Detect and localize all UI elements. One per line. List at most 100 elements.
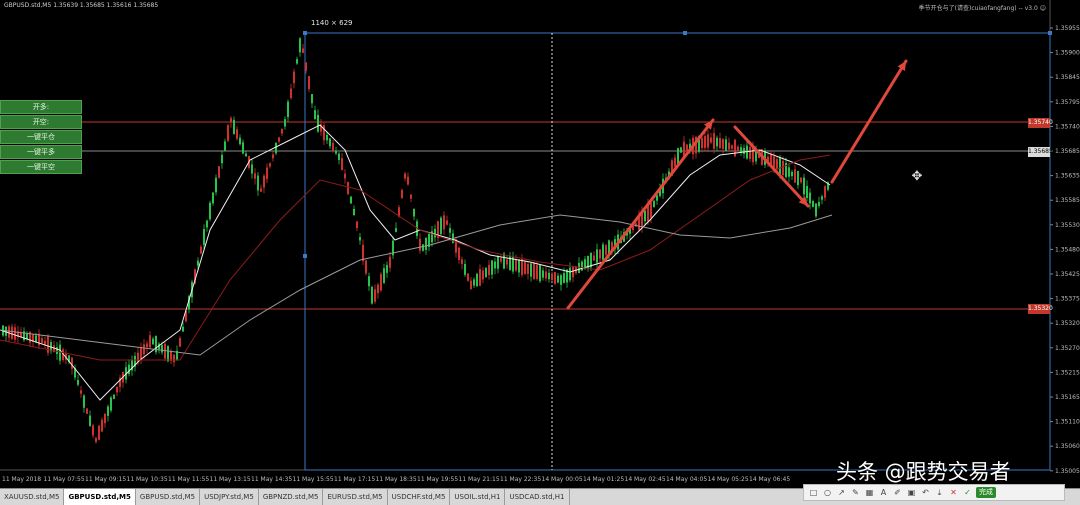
candle-body [269, 163, 271, 167]
candle-body [113, 394, 115, 399]
selection-handle [1048, 31, 1052, 35]
pullback-arrow [733, 125, 810, 208]
candle-body [809, 192, 811, 204]
candle-body [743, 148, 745, 154]
marker-tool-icon[interactable]: ✐ [892, 487, 903, 498]
candle-body [380, 274, 382, 291]
candle-body [824, 186, 826, 198]
close-long-button[interactable]: 一键平多 [0, 145, 82, 159]
cancel-icon[interactable]: ✕ [948, 487, 959, 498]
arrow-tool-icon[interactable]: ↗ [836, 487, 847, 498]
confirm-icon[interactable]: ✓ [962, 487, 973, 498]
candle-body [788, 167, 790, 177]
candle-body [167, 345, 169, 362]
candle-body [8, 326, 10, 338]
candle-body [296, 59, 298, 64]
price-chart[interactable]: 1.35955 1.35900 1.35845 1.35795 1.35740 1.356… [0, 0, 1080, 488]
candle-body [593, 255, 595, 261]
candle-body [266, 167, 268, 179]
save-icon[interactable]: ▣ [906, 487, 917, 498]
candle-body [749, 146, 751, 160]
tab-usoil[interactable]: USOIL.std,H1 [450, 489, 506, 505]
candle-body [11, 326, 13, 339]
uptrend-arrow [566, 118, 715, 310]
open-short-button[interactable]: 开空: [0, 115, 82, 129]
candle-body [287, 101, 289, 118]
move-cursor-icon: ✥ [911, 169, 923, 184]
tab-usdjpy[interactable]: USDJPY.std,M5 [200, 489, 259, 505]
candle-body [497, 256, 499, 269]
candle-body [344, 173, 346, 179]
candle-body [596, 249, 598, 263]
candle-body [422, 244, 424, 251]
candle-body [470, 280, 472, 290]
candle-body [221, 154, 223, 164]
selection-handle [303, 254, 307, 258]
candle-body [203, 229, 205, 245]
candle-body [230, 118, 232, 122]
candle-body [116, 386, 118, 393]
candle-body [521, 259, 523, 275]
tab-eurusd[interactable]: EURUSD.std,M5 [323, 489, 388, 505]
candle-body [704, 136, 706, 148]
candle-body [284, 119, 286, 127]
chart-area[interactable]: 1.35955 1.35900 1.35845 1.35795 1.35740 1.356… [0, 0, 1080, 488]
candle-body [239, 137, 241, 145]
candle-body [545, 271, 547, 279]
candle-body [107, 406, 109, 416]
candle-body [548, 272, 550, 280]
ma-fast-line [0, 124, 831, 401]
candle-body [212, 192, 214, 204]
candle-body [464, 264, 466, 275]
candle-body [539, 264, 541, 282]
tab-xauusd[interactable]: XAUUSD.std,M5 [0, 489, 65, 505]
tab-gbpusd-active[interactable]: GBPUSD.std,M5 [64, 489, 136, 505]
candle-body [716, 137, 718, 147]
candle-body [419, 238, 421, 251]
candle-body [821, 196, 823, 200]
done-button[interactable]: 完成 [976, 487, 996, 498]
candle-body [791, 171, 793, 177]
candle-body [263, 175, 265, 188]
tab-usdchf[interactable]: USDCHF.std,M5 [388, 489, 451, 505]
candle-body [47, 336, 49, 353]
pen-tool-icon[interactable]: ✎ [850, 487, 861, 498]
tab-usdcad[interactable]: USDCAD.std,H1 [505, 489, 570, 505]
price-axis-label: 1.35845 [1055, 74, 1080, 81]
candle-body [503, 253, 505, 269]
candle-body [278, 137, 280, 142]
close-short-button[interactable]: 一键平空 [0, 160, 82, 174]
candle-body [779, 157, 781, 175]
mosaic-tool-icon[interactable]: ▦ [864, 487, 875, 498]
candle-body [338, 153, 340, 160]
tab-gbpnzd[interactable]: GBPNZD.std,M5 [259, 489, 324, 505]
open-long-button[interactable]: 开多: [0, 100, 82, 114]
tab-gbpusd[interactable]: GBPUSD.std,M5 [136, 489, 201, 505]
price-axis-label: 1.35375 [1055, 296, 1080, 303]
candle-body [242, 142, 244, 154]
candle-body [602, 244, 604, 260]
candle-body [737, 146, 739, 152]
watermark: 头条 @跟势交易者 [836, 460, 1011, 484]
candle-body [110, 397, 112, 411]
candle-body [350, 196, 352, 204]
price-axis-label: 1.35060 [1055, 443, 1080, 450]
square-tool-icon[interactable]: □ [808, 487, 819, 498]
candle-body [722, 139, 724, 149]
download-icon[interactable]: ⤓ [934, 487, 945, 498]
candle-body [209, 202, 211, 220]
text-tool-icon[interactable]: A [878, 487, 889, 498]
time-axis-label: 14 May 04:05 [666, 476, 707, 483]
candle-body [218, 166, 220, 178]
candle-body [371, 287, 373, 304]
candle-body [359, 237, 361, 241]
candle-body [86, 408, 88, 414]
close-all-button[interactable]: 一键平仓 [0, 130, 82, 144]
candle-body [299, 38, 301, 53]
candle-body [488, 264, 490, 276]
circle-tool-icon[interactable]: ○ [822, 487, 833, 498]
candle-body [293, 71, 295, 84]
candle-body [731, 145, 733, 149]
price-axis-label: 1.35320 [1055, 320, 1080, 327]
undo-icon[interactable]: ↶ [920, 487, 931, 498]
